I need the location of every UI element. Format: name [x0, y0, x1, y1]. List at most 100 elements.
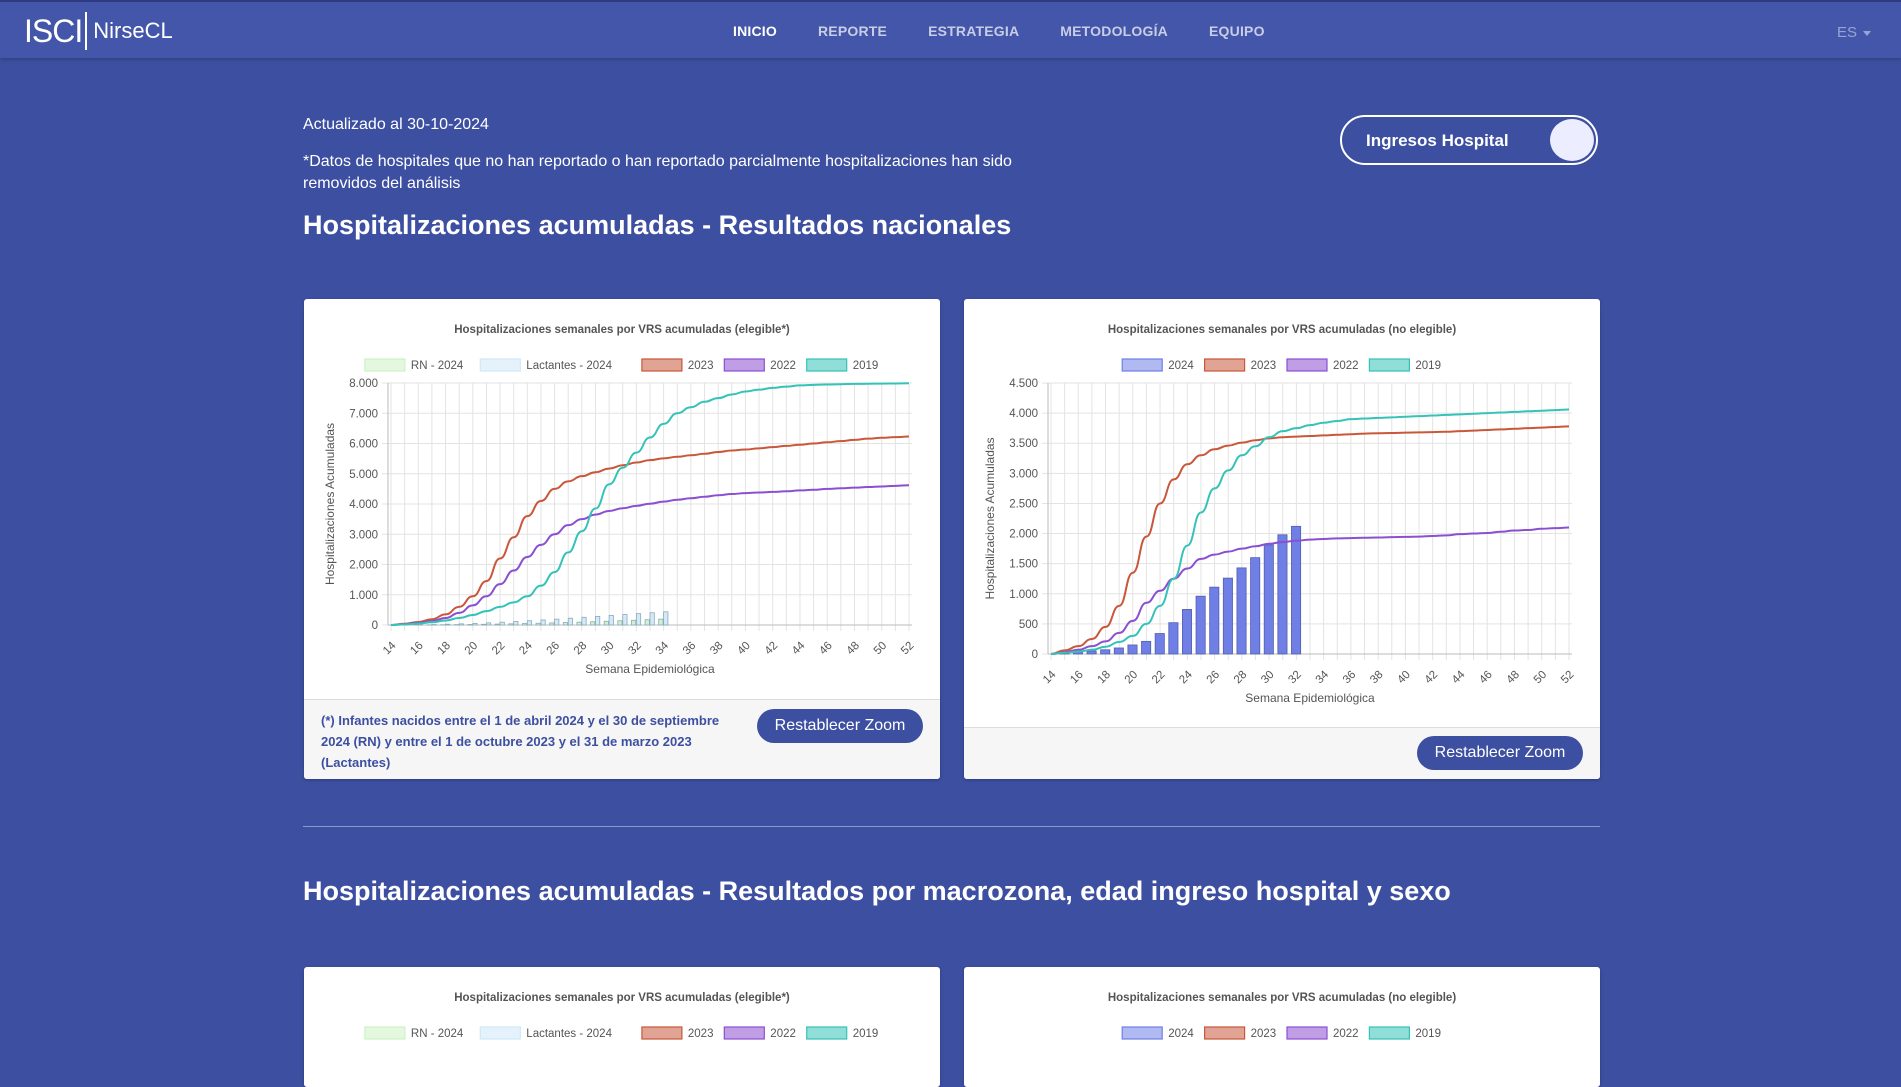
bar-2024 — [1182, 609, 1191, 654]
x-tick-label: 30 — [599, 640, 617, 658]
y-tick-label: 2.500 — [1009, 498, 1038, 510]
chart-elegible[interactable]: Hospitalizaciones semanales por VRS acum… — [304, 299, 940, 699]
bar-2024 — [1251, 558, 1260, 654]
x-tick-label: 36 — [681, 640, 699, 658]
nav-link-inicio[interactable]: INICIO — [733, 23, 777, 39]
bar-2024 — [1087, 651, 1096, 654]
disclaimer-text: *Datos de hospitales que no han reportad… — [303, 151, 1063, 195]
y-tick-label: 1.500 — [1009, 559, 1038, 571]
x-tick-label: 26 — [545, 640, 563, 658]
y-tick-label: 3.000 — [349, 529, 378, 541]
x-axis-title: Semana Epidemiológica — [1245, 691, 1375, 705]
legend-swatch — [1287, 1027, 1327, 1039]
bar-rn-2024 — [550, 623, 554, 625]
bar-2024 — [1291, 526, 1300, 654]
bar-lactantes-2024 — [486, 623, 490, 625]
legend-label: 2019 — [1415, 1028, 1441, 1040]
chart-elegible-macrozone[interactable]: Hospitalizaciones semanales por VRS acum… — [304, 967, 940, 1087]
bar-rn-2024 — [482, 624, 486, 625]
bar-lactantes-2024 — [446, 624, 450, 625]
logo-sub-text: NirseCL — [93, 18, 172, 44]
chart-card-no-elegible: Hospitalizaciones semanales por VRS acum… — [964, 299, 1600, 779]
bar-lactantes-2024 — [541, 620, 545, 625]
bar-2024 — [1101, 650, 1110, 654]
chart-card-no-elegible-macrozone: Hospitalizaciones semanales por VRS acum… — [964, 967, 1600, 1087]
y-axis-title: Hospitalizaciones Acumuladas — [983, 437, 997, 599]
bar-rn-2024 — [522, 624, 526, 625]
bar-rn-2024 — [468, 624, 472, 625]
reset-zoom-button-elegible[interactable]: Restablecer Zoom — [757, 709, 923, 743]
legend-label: 2022 — [770, 1028, 796, 1040]
language-label: ES — [1837, 24, 1857, 41]
y-tick-label: 7.000 — [349, 408, 378, 420]
legend-item: 2024 — [1122, 1027, 1194, 1040]
legend-swatch — [1287, 359, 1327, 371]
nav-link-equipo[interactable]: EQUIPO — [1209, 23, 1265, 39]
section-title-macrozone: Hospitalizaciones acumuladas - Resultado… — [303, 876, 1451, 907]
y-tick-label: 500 — [1019, 619, 1038, 631]
legend-label: 2023 — [688, 360, 714, 372]
y-tick-label: 2.000 — [349, 560, 378, 572]
reset-zoom-button-no-elegible[interactable]: Restablecer Zoom — [1417, 736, 1583, 770]
x-tick-label: 52 — [899, 640, 917, 658]
bar-lactantes-2024 — [582, 617, 586, 625]
legend-item: 2019 — [1369, 1027, 1441, 1040]
y-tick-label: 4.000 — [1009, 408, 1038, 420]
nav-link-estrategia[interactable]: ESTRATEGIA — [928, 23, 1019, 39]
legend-label: 2023 — [1251, 360, 1277, 372]
bar-lactantes-2024 — [514, 622, 518, 625]
legend-item: RN - 2024 — [365, 1027, 464, 1040]
legend-swatch — [642, 1027, 682, 1039]
x-tick-label: 48 — [844, 640, 862, 658]
x-tick-label: 26 — [1205, 669, 1223, 687]
toggle-knob[interactable] — [1550, 119, 1594, 161]
legend-label: 2019 — [1415, 360, 1441, 372]
x-tick-label: 24 — [517, 639, 535, 657]
y-axis-title: Hospitalizaciones Acumuladas — [323, 423, 337, 585]
card-footer-elegible: (*) Infantes nacidos entre el 1 de abril… — [304, 699, 940, 779]
chart-card-elegible-macrozone: Hospitalizaciones semanales por VRS acum… — [304, 967, 940, 1087]
chart-no-elegible-macrozone[interactable]: Hospitalizaciones semanales por VRS acum… — [964, 967, 1600, 1087]
chart-title: Hospitalizaciones semanales por VRS acum… — [454, 992, 790, 1004]
bar-2024 — [1114, 648, 1123, 654]
y-tick-label: 1.000 — [349, 590, 378, 602]
chart-no-elegible[interactable]: Hospitalizaciones semanales por VRS acum… — [964, 299, 1600, 729]
bar-lactantes-2024 — [664, 612, 668, 625]
x-tick-label: 44 — [790, 639, 808, 657]
legend-swatch — [1205, 359, 1245, 371]
x-tick-label: 42 — [1423, 669, 1441, 687]
legend-label: 2024 — [1168, 1028, 1194, 1040]
elegible-footnote: (*) Infantes nacidos entre el 1 de abril… — [321, 710, 721, 773]
bar-2024 — [1196, 596, 1205, 654]
legend-label: 2022 — [1333, 360, 1359, 372]
x-tick-label: 32 — [1286, 669, 1304, 687]
bar-2024 — [1264, 545, 1273, 654]
x-tick-label: 34 — [654, 639, 672, 657]
legend-item: 2019 — [807, 1027, 879, 1040]
x-tick-label: 52 — [1559, 669, 1577, 687]
legend-swatch — [1369, 359, 1409, 371]
ingresos-hospital-toggle[interactable]: Ingresos Hospital — [1340, 115, 1598, 165]
isci-logo[interactable]: ISCI NirseCL — [24, 12, 173, 50]
legend-swatch — [365, 359, 405, 371]
legend-item: Lactantes - 2024 — [480, 1027, 612, 1040]
updated-date: Actualizado al 30-10-2024 — [303, 116, 489, 134]
bar-rn-2024 — [659, 619, 663, 625]
legend-label: RN - 2024 — [411, 360, 464, 372]
nav-link-metodologia[interactable]: METODOLOGÍA — [1060, 23, 1168, 39]
legend-swatch — [1122, 1027, 1162, 1039]
legend-label: Lactantes - 2024 — [526, 1028, 612, 1040]
legend-label: 2019 — [853, 1028, 879, 1040]
x-tick-label: 16 — [1068, 669, 1086, 687]
legend-item: Lactantes - 2024 — [480, 359, 612, 372]
logo-main-text: ISCI — [24, 13, 82, 50]
x-tick-label: 44 — [1450, 668, 1468, 686]
bar-lactantes-2024 — [609, 615, 613, 625]
bar-lactantes-2024 — [500, 622, 504, 625]
legend-swatch — [480, 359, 520, 371]
y-tick-label: 5.000 — [349, 469, 378, 481]
legend-label: 2019 — [853, 360, 879, 372]
x-tick-label: 34 — [1314, 668, 1332, 686]
language-dropdown[interactable]: ES — [1837, 24, 1871, 41]
nav-link-reporte[interactable]: REPORTE — [818, 23, 887, 39]
